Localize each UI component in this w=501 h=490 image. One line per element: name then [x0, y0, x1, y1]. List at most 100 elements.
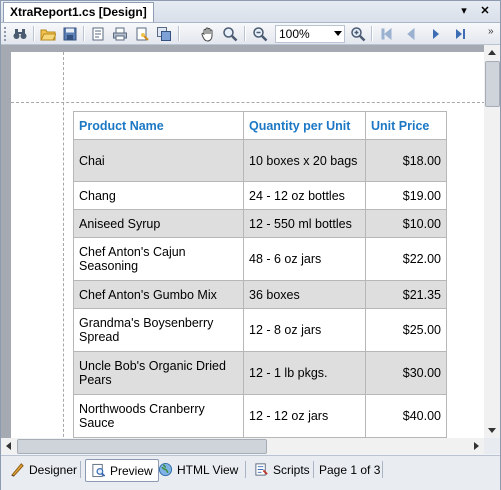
open-icon[interactable]	[39, 25, 57, 42]
column-header-quantity: Quantity per Unit	[243, 111, 366, 140]
tab-label: Scripts	[273, 462, 310, 477]
arrow-left-icon	[6, 442, 11, 450]
quantity-cell: 12 - 1 lb pkgs.	[243, 351, 366, 395]
quantity-cell: 12 - 12 oz jars	[243, 394, 366, 438]
tab-preview[interactable]: Preview	[85, 459, 159, 482]
vertical-scroll-thumb[interactable]	[485, 61, 500, 107]
page-setup-icon[interactable]	[89, 25, 107, 42]
price-cell: $18.00	[365, 139, 447, 182]
tab-separator	[80, 461, 81, 478]
scripts-icon	[255, 463, 268, 476]
scroll-down-button[interactable]	[484, 422, 500, 438]
tab-separator	[245, 461, 246, 478]
table-row: Chef Anton's Gumbo Mix 36 boxes $21.35	[73, 280, 447, 309]
quantity-cell: 12 - 550 ml bottles	[243, 209, 366, 238]
quantity-cell: 10 boxes x 20 bags	[243, 139, 366, 182]
table-row: Uncle Bob's Organic Dried Pears 12 - 1 l…	[73, 351, 447, 395]
zoom-combo[interactable]: 100%	[275, 25, 345, 43]
product-name-cell: Chai	[73, 139, 244, 182]
toolbar-separator	[178, 26, 180, 41]
report-designer-window: XtraReport1.cs [Design] ▾ ✕ 100% » Produ…	[0, 0, 501, 490]
preview-surface[interactable]: Product Name Quantity per Unit Unit Pric…	[1, 45, 484, 438]
product-name-cell: Grandma's Boysenberry Spread	[73, 308, 244, 352]
export-icon[interactable]	[155, 25, 173, 42]
horizontal-scroll-thumb[interactable]	[17, 439, 267, 454]
product-name-cell: Chang	[73, 181, 244, 210]
horizontal-scrollbar[interactable]	[1, 438, 484, 454]
price-cell: $21.35	[365, 280, 447, 309]
column-header-unit-price: Unit Price	[365, 111, 447, 140]
report-page: Product Name Quantity per Unit Unit Pric…	[11, 52, 484, 438]
chevron-down-icon[interactable]	[334, 31, 342, 36]
price-cell: $30.00	[365, 351, 447, 395]
toolbar-overflow-icon[interactable]: »	[488, 26, 494, 37]
tab-scripts[interactable]: Scripts	[249, 459, 315, 480]
tab-designer[interactable]: Designer	[5, 459, 82, 480]
tab-label: Designer	[29, 462, 78, 477]
toolbar-separator	[244, 26, 246, 41]
magnifier-icon[interactable]	[221, 25, 239, 42]
tab-label: HTML View	[177, 462, 239, 477]
tab-html-view[interactable]: HTML View	[153, 459, 243, 480]
table-row: Chai 10 boxes x 20 bags $18.00	[73, 139, 447, 182]
product-name-cell: Uncle Bob's Organic Dried Pears	[73, 351, 244, 395]
document-tab[interactable]: XtraReport1.cs [Design]	[3, 2, 154, 22]
price-cell: $25.00	[365, 308, 447, 352]
arrow-up-icon	[488, 50, 496, 55]
product-name-cell: Aniseed Syrup	[73, 209, 244, 238]
hand-tool-icon[interactable]	[199, 25, 217, 42]
tab-label: Preview	[110, 463, 153, 478]
zoom-out-icon[interactable]	[251, 25, 269, 42]
vertical-scrollbar[interactable]	[484, 45, 500, 438]
quantity-cell: 12 - 8 oz jars	[243, 308, 366, 352]
report-table: Product Name Quantity per Unit Unit Pric…	[73, 111, 447, 438]
page-status: Page 1 of 3	[319, 463, 381, 477]
margin-guide	[11, 102, 484, 103]
last-page-icon[interactable]	[451, 25, 469, 42]
arrow-right-icon	[474, 442, 479, 450]
arrow-down-icon	[488, 428, 496, 433]
zoom-in-icon[interactable]	[349, 25, 367, 42]
view-tab-bar: Designer Preview HTML View Scripts Page …	[1, 455, 500, 490]
designer-icon	[11, 463, 24, 477]
table-row: Northwoods Cranberry Sauce 12 - 12 oz ja…	[73, 394, 447, 438]
quantity-cell: 36 boxes	[243, 280, 366, 309]
next-page-icon[interactable]	[427, 25, 445, 42]
table-row: Chang 24 - 12 oz bottles $19.00	[73, 181, 447, 210]
product-name-cell: Northwoods Cranberry Sauce	[73, 394, 244, 438]
tab-separator	[382, 461, 383, 478]
price-cell: $10.00	[365, 209, 447, 238]
scroll-right-button[interactable]	[468, 438, 484, 454]
toolbar-grip[interactable]	[4, 27, 8, 41]
zoom-value: 100%	[279, 27, 310, 41]
find-icon[interactable]	[11, 25, 29, 42]
scroll-left-button[interactable]	[1, 438, 17, 454]
toolbar-separator	[371, 26, 373, 41]
scroll-up-button[interactable]	[484, 45, 500, 61]
column-header-product-name: Product Name	[73, 111, 244, 140]
save-icon[interactable]	[61, 25, 79, 42]
close-icon[interactable]: ✕	[477, 3, 493, 19]
first-page-icon[interactable]	[378, 25, 396, 42]
product-name-cell: Chef Anton's Gumbo Mix	[73, 280, 244, 309]
print-icon[interactable]	[111, 25, 129, 42]
document-tab-strip: XtraReport1.cs [Design] ▾ ✕	[1, 1, 500, 23]
tab-separator	[313, 461, 314, 478]
price-cell: $40.00	[365, 394, 447, 438]
quick-print-icon[interactable]	[133, 25, 151, 42]
globe-icon	[158, 462, 173, 477]
previous-page-icon[interactable]	[402, 25, 420, 42]
preview-toolbar: 100% »	[1, 23, 500, 45]
tab-list-dropdown-icon[interactable]: ▾	[456, 3, 472, 19]
table-row: Chef Anton's Cajun Seasoning 48 - 6 oz j…	[73, 237, 447, 281]
price-cell: $22.00	[365, 237, 447, 281]
quantity-cell: 48 - 6 oz jars	[243, 237, 366, 281]
table-header-row: Product Name Quantity per Unit Unit Pric…	[73, 111, 447, 140]
toolbar-separator	[33, 26, 35, 41]
price-cell: $19.00	[365, 181, 447, 210]
preview-icon	[92, 463, 106, 478]
product-name-cell: Chef Anton's Cajun Seasoning	[73, 237, 244, 281]
scrollbar-corner	[484, 438, 500, 454]
quantity-cell: 24 - 12 oz bottles	[243, 181, 366, 210]
margin-guide	[63, 52, 64, 438]
